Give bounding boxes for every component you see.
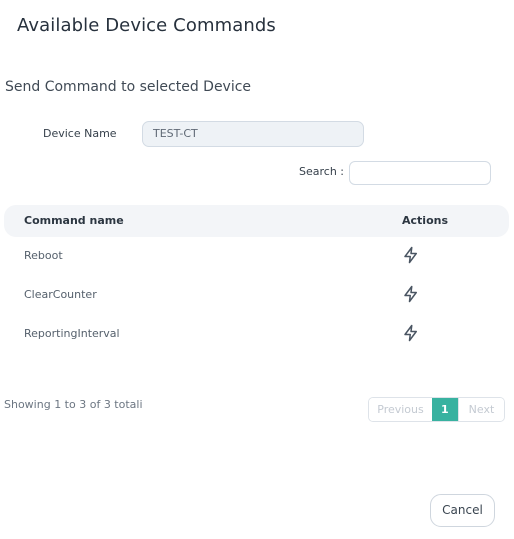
search-input[interactable] <box>349 161 491 185</box>
cancel-button[interactable]: Cancel <box>430 494 495 527</box>
lightning-icon[interactable] <box>402 246 420 264</box>
pagination: Previous 1 Next <box>368 397 506 422</box>
dialog-subtitle: Send Command to selected Device <box>5 79 252 95</box>
page-1-button[interactable]: 1 <box>432 398 458 421</box>
previous-page-button[interactable]: Previous <box>369 398 432 421</box>
command-name-reboot: Reboot <box>24 249 63 262</box>
lightning-icon[interactable] <box>402 324 420 342</box>
command-name-clearcounter: ClearCounter <box>24 288 97 301</box>
device-name-field: TEST-CT <box>142 121 364 147</box>
device-name-label: Device Name <box>43 127 117 140</box>
command-name-reportinginterval: ReportingInterval <box>24 327 120 340</box>
lightning-icon[interactable] <box>402 285 420 303</box>
column-header-actions: Actions <box>402 214 448 227</box>
next-page-button[interactable]: Next <box>457 398 505 421</box>
pagination-info: Showing 1 to 3 of 3 totali <box>4 398 143 411</box>
search-label: Search : <box>299 165 344 178</box>
column-header-command-name: Command name <box>24 214 124 227</box>
dialog-title: Available Device Commands <box>17 15 276 36</box>
